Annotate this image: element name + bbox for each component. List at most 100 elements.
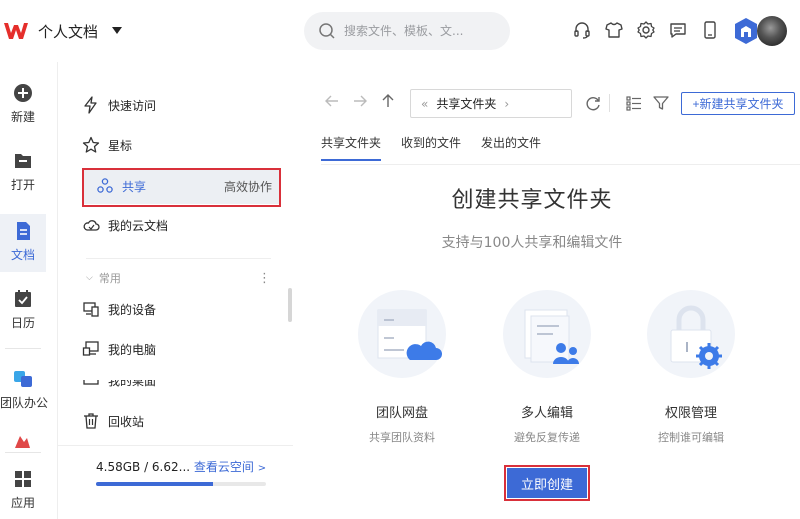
- content-tabs: 共享文件夹 收到的文件 发出的文件: [321, 134, 561, 161]
- feature-description: 控制谁可编辑: [658, 431, 724, 444]
- toolbar-divider: [609, 94, 610, 112]
- computer-icon: [82, 341, 99, 356]
- trash-icon: [84, 413, 98, 429]
- storage-divider: [58, 445, 293, 446]
- storage-progress-bar: [96, 482, 266, 486]
- mobile-device-icon[interactable]: [700, 20, 720, 40]
- nav-item-quick-access[interactable]: 快速访问: [82, 87, 282, 123]
- forward-arrow-icon[interactable]: [351, 92, 369, 110]
- rail-item-new[interactable]: 新建: [0, 82, 46, 125]
- breadcrumb[interactable]: « 共享文件夹 ›: [410, 89, 572, 118]
- main-content: « 共享文件夹 › +新建共享文件夹 共享文件夹 收到的文件 发出的文件 创建共…: [305, 62, 800, 519]
- wps-logo-icon[interactable]: [3, 20, 29, 42]
- nav-label: 我的云文档: [108, 218, 169, 233]
- team-shield-icon[interactable]: [733, 17, 759, 45]
- permission-illustration: [647, 290, 735, 378]
- filter-icon[interactable]: [652, 94, 670, 112]
- nav-label: 我的设备: [108, 302, 157, 317]
- rail-label: 日历: [10, 316, 35, 330]
- multi-edit-illustration: [503, 290, 591, 378]
- nav-scrollbar[interactable]: [288, 288, 292, 322]
- file-nav-panel: 快速访问 星标 共享 高效协作 我的云文档 ⌵ 常用 ⋮ 我的设备 我的电脑 我…: [57, 62, 293, 519]
- folder-icon: [15, 154, 31, 168]
- calendar-icon: [15, 290, 31, 307]
- rail-divider: [5, 348, 41, 349]
- section-label: 常用: [98, 272, 121, 285]
- feature-title: 多人编辑: [520, 406, 573, 421]
- rail-item-docs[interactable]: 文档: [0, 214, 46, 272]
- feature-multi-edit: 多人编辑 避免反复传递: [492, 290, 602, 445]
- chevron-right-icon[interactable]: >: [258, 463, 266, 474]
- multi-edit-icon: [524, 309, 579, 364]
- page-subtitle: 支持与100人共享和编辑文件: [441, 235, 623, 251]
- more-options-icon[interactable]: ⋮: [258, 271, 271, 286]
- skin-shirt-icon[interactable]: [604, 20, 624, 40]
- apps-grid-icon: [15, 471, 31, 487]
- tab-sent-files[interactable]: 发出的文件: [481, 134, 541, 161]
- chevron-down-icon: ⌵: [86, 273, 93, 283]
- rail-item-open[interactable]: 打开: [0, 150, 46, 193]
- app-title[interactable]: 个人文档: [38, 21, 98, 42]
- add-circle-icon: [14, 84, 32, 102]
- nav-item-cloud-docs[interactable]: 我的云文档: [82, 207, 282, 243]
- nav-label: 星标: [108, 138, 133, 153]
- new-shared-folder-button[interactable]: +新建共享文件夹: [681, 92, 795, 115]
- nav-item-my-computer[interactable]: 我的电脑: [82, 331, 282, 367]
- rail-label: 团队办公: [0, 396, 49, 410]
- team-drive-icon: [377, 309, 442, 360]
- feature-team-drive: 团队网盘 共享团队资料: [347, 290, 457, 445]
- devices-icon: [83, 302, 99, 317]
- rail-item-team-office[interactable]: 团队办公: [0, 368, 49, 411]
- feature-description: 避免反复传递: [514, 431, 580, 444]
- desktop-icon: [83, 380, 99, 385]
- rail-item-apps[interactable]: 应用: [0, 468, 46, 511]
- search-icon: [319, 23, 335, 39]
- headset-icon[interactable]: [572, 20, 592, 40]
- user-avatar[interactable]: [757, 16, 787, 46]
- nav-label: 回收站: [108, 414, 145, 429]
- view-cloud-space-link[interactable]: 查看云空间: [194, 460, 254, 474]
- tabs-divider: [321, 164, 800, 165]
- nav-item-my-devices[interactable]: 我的设备: [82, 291, 282, 327]
- breadcrumb-current[interactable]: 共享文件夹: [436, 95, 496, 112]
- storage-progress-fill: [96, 482, 214, 486]
- rail-item-calendar[interactable]: 日历: [0, 288, 46, 331]
- title-dropdown-icon[interactable]: [112, 27, 122, 34]
- tab-received-files[interactable]: 收到的文件: [401, 134, 461, 161]
- gear-icon[interactable]: [636, 20, 656, 40]
- star-icon: [82, 136, 100, 153]
- nav-item-recycle-bin[interactable]: 回收站: [82, 403, 282, 439]
- page-title: 创建共享文件夹: [451, 188, 613, 213]
- storage-text: 4.58GB / 6.62...: [96, 460, 191, 474]
- rail-label: 新建: [10, 110, 35, 124]
- nav-label: 我的电脑: [108, 342, 157, 357]
- nav-item-starred[interactable]: 星标: [82, 127, 282, 163]
- feature-permission-management: 权限管理 控制谁可编辑: [636, 290, 746, 445]
- search-box[interactable]: [304, 12, 510, 50]
- section-header-common[interactable]: ⌵ 常用 ⋮: [86, 258, 271, 288]
- back-arrow-icon[interactable]: [323, 92, 341, 110]
- rail-divider: [5, 452, 41, 453]
- section-divider: [86, 258, 271, 259]
- document-icon: [17, 222, 30, 240]
- search-input[interactable]: [344, 21, 494, 41]
- list-view-icon[interactable]: [625, 94, 643, 112]
- left-rail: 新建 打开 文档 日历 团队办公 应用: [0, 62, 49, 519]
- red-app-icon[interactable]: [11, 434, 33, 448]
- refresh-icon[interactable]: [584, 94, 602, 112]
- tab-shared-folders[interactable]: 共享文件夹: [321, 134, 382, 161]
- nav-label: 我的桌面: [108, 380, 157, 388]
- breadcrumb-chevron-icon: ›: [504, 96, 510, 111]
- message-icon[interactable]: [668, 20, 688, 40]
- rail-label: 打开: [10, 178, 35, 192]
- breadcrumb-back-icon[interactable]: «: [421, 97, 428, 111]
- rail-label: 文档: [10, 248, 35, 262]
- nav-item-my-desktop[interactable]: 我的桌面: [82, 380, 282, 388]
- up-arrow-icon[interactable]: [379, 92, 397, 110]
- nav-label: 快速访问: [108, 98, 157, 113]
- title-bar: 个人文档: [0, 0, 800, 62]
- storage-usage: 4.58GB / 6.62... 查看云空间 >: [96, 458, 266, 475]
- team-drive-illustration: [358, 290, 446, 378]
- create-now-button[interactable]: 立即创建: [507, 468, 587, 498]
- feature-title: 权限管理: [664, 406, 717, 421]
